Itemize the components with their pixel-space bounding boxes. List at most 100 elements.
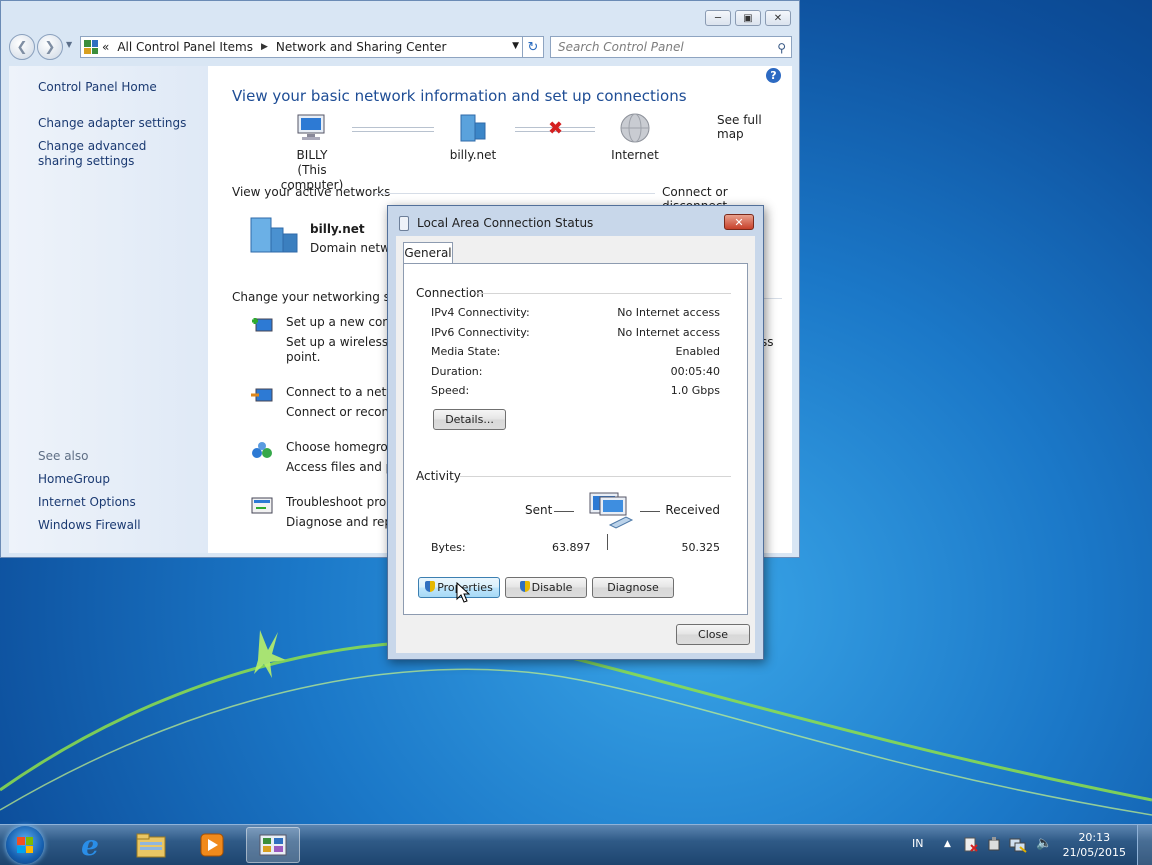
tab-general[interactable]: General [403,242,453,264]
speed-value: 1.0 Gbps [670,384,720,397]
change-settings-label: Change your networking setti [232,290,411,304]
language-indicator[interactable]: IN [912,837,923,850]
network-icon [460,114,486,142]
active-network-type: Domain netwo [310,241,398,255]
general-tab-panel: Connection IPv4 Connectivity: No Interne… [403,263,748,615]
sidebar-link-home[interactable]: Control Panel Home [38,80,157,95]
close-button[interactable]: Close [676,624,750,645]
troubleshoot-icon [251,497,273,514]
see-full-map-link[interactable]: See full map [717,113,792,141]
dialog-close-button[interactable]: ✕ [724,214,754,230]
show-desktop-button[interactable] [1137,825,1152,865]
sent-line [554,511,574,512]
dialog-body: General Connection IPv4 Connectivity: No… [396,236,755,653]
help-icon[interactable]: ? [766,68,781,83]
group-divider [460,476,731,477]
see-also-heading: See also [38,449,89,463]
media-player-icon[interactable] [185,827,239,863]
computer-icon [297,114,325,140]
dialog-title: Local Area Connection Status [417,216,594,230]
no-connection-icon[interactable]: ✖ [548,118,563,139]
sidebar: Control Panel Home Change adapter settin… [9,66,208,553]
internet-explorer-icon[interactable]: e [63,827,117,863]
connect-network-icon [251,388,273,402]
disable-button[interactable]: Disable [505,577,587,598]
close-icon[interactable]: ✕ [765,10,791,26]
mouse-cursor-icon [456,582,470,603]
volume-icon[interactable]: 🔈 [1036,836,1052,851]
sidebar-link-homegroup[interactable]: HomeGroup [38,472,110,487]
diagnose-button[interactable]: Diagnose [592,577,674,598]
recent-pages-dropdown-icon[interactable]: ▼ [66,40,72,49]
sent-label: Sent [525,503,553,517]
breadcrumb-overflow[interactable]: « [102,40,109,54]
address-dropdown-icon[interactable]: ▼ [512,41,519,51]
control-panel-icon [259,834,287,856]
navigation-bar: ❮ ❯ ▼ « All Control Panel Items ▶ Networ… [9,34,792,60]
minimize-icon[interactable]: ─ [705,10,731,26]
sidebar-link-internet-options[interactable]: Internet Options [38,495,136,510]
forward-button[interactable]: ❯ [37,34,63,60]
disable-button-label: Disable [531,581,573,594]
media-state-value: Enabled [675,345,720,358]
divider [375,193,655,194]
breadcrumb-arrow-icon[interactable]: ▶ [261,42,268,52]
clock-date: 21/05/2015 [1062,846,1126,859]
ipv4-label: IPv4 Connectivity: [431,306,530,319]
new-connection-icon [252,318,273,332]
ipv6-label: IPv6 Connectivity: [431,326,530,339]
breadcrumb-all-items[interactable]: All Control Panel Items [117,40,253,54]
action-center-icon[interactable] [963,837,979,853]
activity-group-label: Activity [416,469,461,483]
active-networks-label: View your active networks [232,185,391,199]
duration-value: 00:05:40 [670,365,720,378]
map-network-name: billy.net [449,148,497,162]
speed-label: Speed: [431,384,470,397]
connection-group-label: Connection [416,286,484,300]
divider [763,298,782,299]
details-button[interactable]: Details... [433,409,506,430]
control-panel-taskbar-button[interactable] [246,827,300,863]
connection-status-dialog: Local Area Connection Status ✕ General C… [387,205,764,660]
page-title: View your basic network information and … [232,87,687,105]
safely-remove-hardware-icon[interactable] [986,837,1002,853]
map-link-line [352,127,434,132]
search-placeholder: Search Control Panel [558,40,684,54]
task-setup-connection-desc2: point. [286,350,321,364]
task-troubleshoot-link[interactable]: Troubleshoot probl [286,495,397,509]
sidebar-link-firewall[interactable]: Windows Firewall [38,518,141,533]
sidebar-link-advanced[interactable]: Change advanced sharing settings [38,139,188,169]
received-label: Received [665,503,720,517]
task-connect-network-link[interactable]: Connect to a netwo [286,385,403,399]
internet-globe-icon [620,113,650,143]
clock-time: 20:13 [1078,831,1111,844]
search-input[interactable]: Search Control Panel ⚲ [550,36,792,58]
map-internet-label: Internet [611,148,659,162]
map-computer-name: BILLY [296,148,328,162]
address-bar[interactable]: « All Control Panel Items ▶ Network and … [80,36,526,58]
media-state-label: Media State: [431,345,501,358]
control-panel-icon [84,40,98,54]
ipv6-value: No Internet access [617,326,720,339]
uac-shield-icon [519,581,530,592]
ipv4-value: No Internet access [617,306,720,319]
homegroup-icon [252,442,272,458]
sidebar-link-adapter[interactable]: Change adapter settings [38,116,186,131]
bytes-divider [607,534,608,550]
caption-buttons: ─ ▣ ✕ [705,10,791,26]
bytes-sent-value: 63.897 [552,541,591,554]
windows-explorer-icon[interactable] [124,827,178,863]
refresh-button[interactable]: ↻ [522,36,544,58]
show-hidden-icons[interactable]: ▲ [944,839,951,849]
breadcrumb-network-sharing[interactable]: Network and Sharing Center [276,40,447,54]
search-icon[interactable]: ⚲ [777,38,786,58]
start-button[interactable] [6,826,44,864]
system-clock[interactable]: 20:13 21/05/2015 [1063,830,1126,860]
windows-logo-icon [17,837,33,853]
network-tray-icon[interactable] [1009,837,1027,853]
task-homegroup-link[interactable]: Choose homegroup [286,440,403,454]
maximize-icon[interactable]: ▣ [735,10,761,26]
group-divider [476,293,731,294]
network-adapter-icon [399,216,409,231]
back-button[interactable]: ❮ [9,34,35,60]
